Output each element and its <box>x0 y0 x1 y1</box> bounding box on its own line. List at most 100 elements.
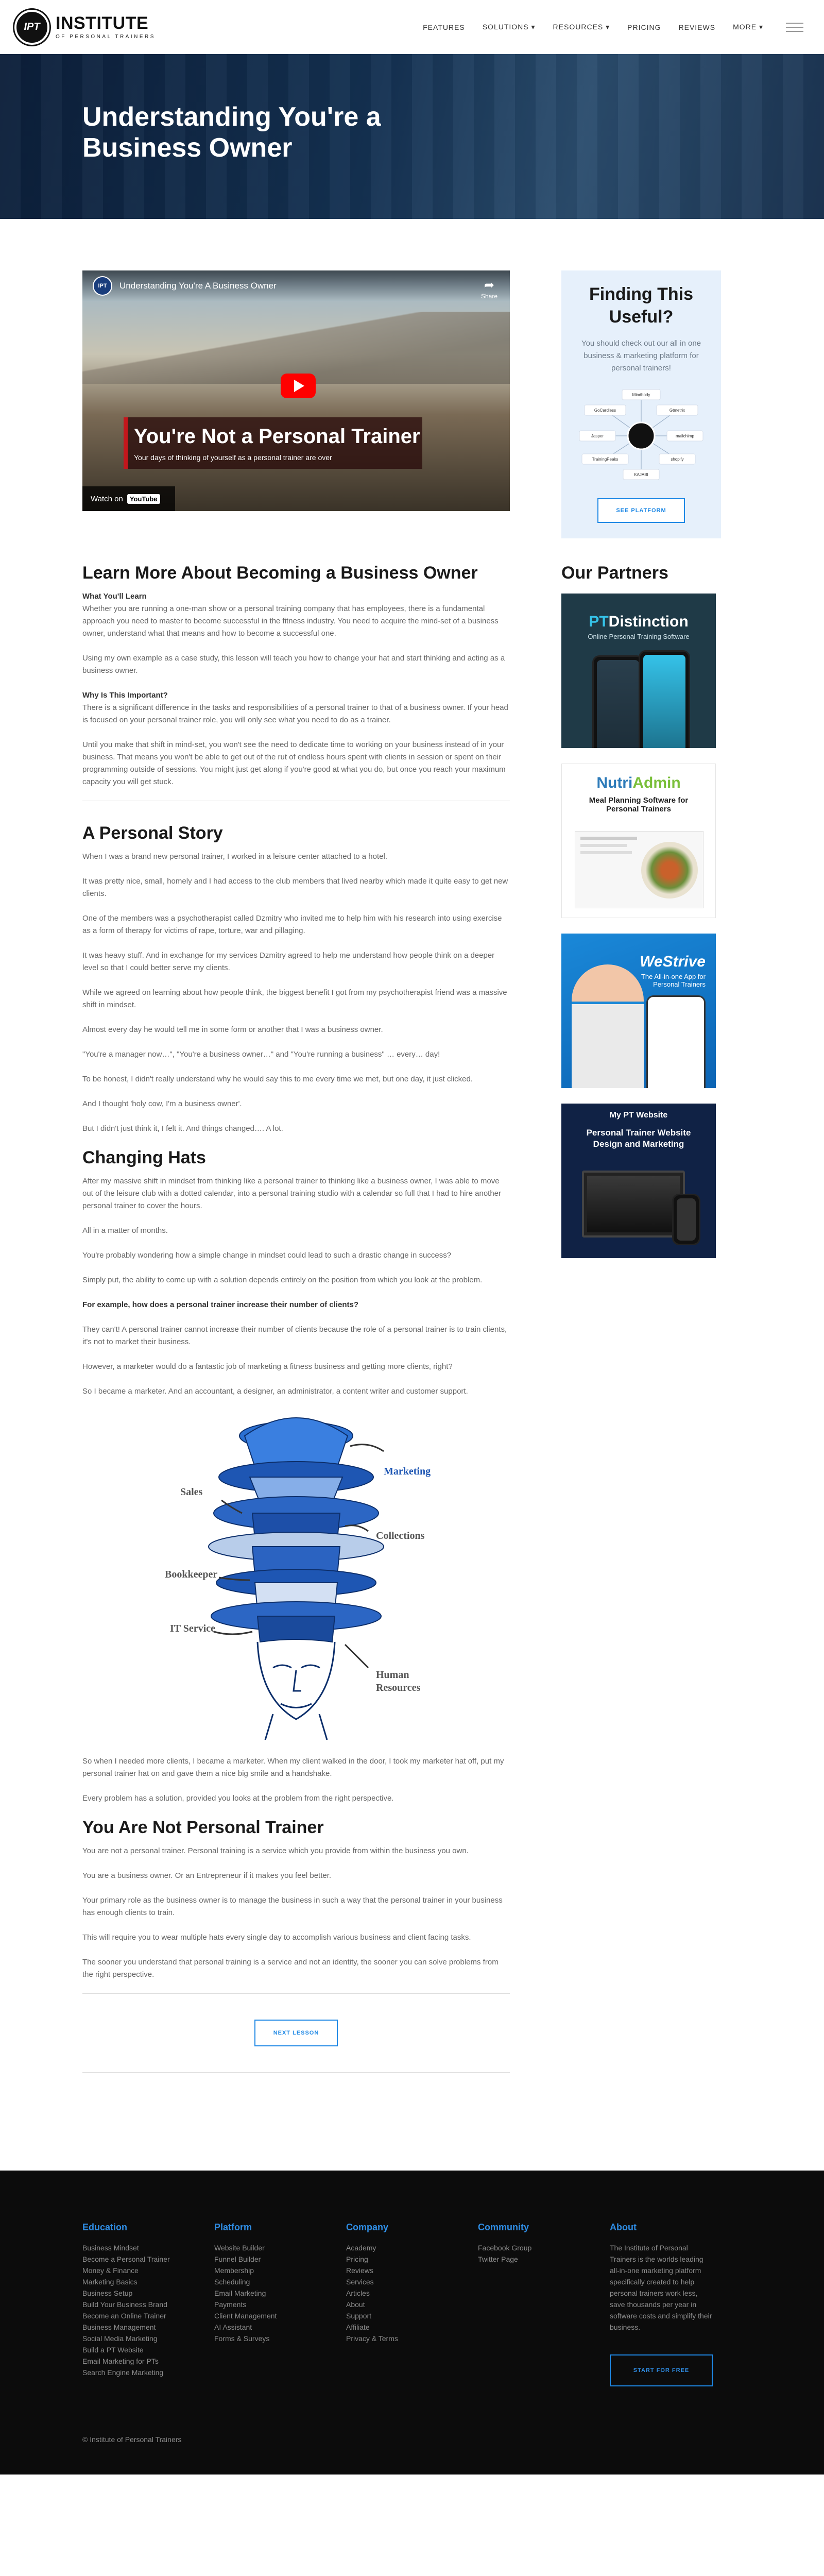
footer-link[interactable]: Pricing <box>346 2253 478 2265</box>
section-title-changing-hats: Changing Hats <box>82 1148 206 1167</box>
promo-title: Finding This Useful? <box>589 284 694 327</box>
footer-link[interactable]: Membership <box>214 2265 346 2276</box>
footer-link[interactable]: Build a PT Website <box>82 2344 214 2355</box>
paragraph: So I became a marketer. And an accountan… <box>82 1387 468 1396</box>
footer-link[interactable]: Search Engine Marketing <box>82 2367 214 2378</box>
footer-link[interactable]: Business Management <box>82 2321 214 2333</box>
logo-trainingpeaks: TrainingPeaks <box>592 457 619 462</box>
footer-link[interactable]: Scheduling <box>214 2276 346 2287</box>
paragraph: They can't! A personal trainer cannot in… <box>82 1325 507 1346</box>
paragraph: This will require you to wear multiple h… <box>82 1933 471 1942</box>
hat-label-hr-2: Resources <box>376 1682 420 1693</box>
site-header: IPT INSTITUTE OF PERSONAL TRAINERS FEATU… <box>0 0 824 54</box>
paragraph: All in a matter of months. <box>82 1226 168 1235</box>
phone-mockup <box>592 655 644 748</box>
share-button[interactable]: ➦ Share <box>481 278 497 300</box>
logo-jasper: Jasper <box>591 434 604 438</box>
paragraph: Every problem has a solution, provided y… <box>82 1794 394 1803</box>
partner-westrive[interactable]: WeStrive The All-in-one App for Personal… <box>561 934 716 1088</box>
footer-link[interactable]: Email Marketing for PTs <box>82 2355 214 2367</box>
footer-link[interactable]: Social Media Marketing <box>82 2333 214 2344</box>
logo-gtmetrix: Gtmetrix <box>670 408 685 413</box>
play-button-icon[interactable] <box>281 374 316 398</box>
footer-link[interactable]: Become a Personal Trainer <box>82 2253 214 2265</box>
footer-link[interactable]: About <box>346 2299 478 2310</box>
partner-my-pt-website[interactable]: My PT Website Personal Trainer Website D… <box>561 1104 716 1258</box>
footer-link[interactable]: Client Management <box>214 2310 346 2321</box>
see-platform-button[interactable]: SEE PLATFORM <box>597 498 685 523</box>
video-player[interactable]: IPT Understanding You're A Business Owne… <box>82 270 510 511</box>
footer-link[interactable]: AI Assistant <box>214 2321 346 2333</box>
footer-link[interactable]: Marketing Basics <box>82 2276 214 2287</box>
paragraph: The sooner you understand that personal … <box>82 1958 499 1979</box>
nav-resources[interactable]: RESOURCES ▾ <box>553 23 610 31</box>
paragraph: After my massive shift in mindset from t… <box>82 1177 502 1210</box>
logo-mailchimp: mailchimp <box>676 434 695 438</box>
footer-link[interactable]: Forms & Surveys <box>214 2333 346 2344</box>
footer-link[interactable]: Payments <box>214 2299 346 2310</box>
paragraph: Almost every day he would tell me in som… <box>82 1025 383 1034</box>
section-title-not-personal-trainer: You Are Not Personal Trainer <box>82 1818 324 1837</box>
next-lesson-button[interactable]: NEXT LESSON <box>254 2020 338 2046</box>
youtube-logo-icon: YouTube <box>127 494 160 504</box>
video-caption-subtitle: Your days of thinking of yourself as a p… <box>134 453 332 462</box>
article: Learn More About Becoming a Business Own… <box>82 563 510 2073</box>
hamburger-menu-icon[interactable] <box>786 22 803 32</box>
paragraph: You are a business owner. Or an Entrepre… <box>82 1871 332 1880</box>
learn-heading: What You'll Learn <box>82 592 147 601</box>
footer-link[interactable]: Privacy & Terms <box>346 2333 478 2344</box>
paragraph: One of the members was a psychotherapist… <box>82 914 502 935</box>
footer-platform: Platform Website Builder Funnel Builder … <box>214 2222 346 2386</box>
channel-avatar[interactable]: IPT <box>93 276 112 296</box>
paragraph: You are not a personal trainer. Personal… <box>82 1846 469 1855</box>
paragraph: When I was a brand new personal trainer,… <box>82 852 388 861</box>
footer-link[interactable]: Become an Online Trainer <box>82 2310 214 2321</box>
paragraph: While we agreed on learning about how pe… <box>82 988 507 1009</box>
footer-link[interactable]: Build Your Business Brand <box>82 2299 214 2310</box>
footer-link[interactable]: Money & Finance <box>82 2265 214 2276</box>
meal-plan-preview <box>575 831 703 908</box>
video-caption-title: You're Not a Personal Trainer <box>134 425 420 448</box>
logo-title: INSTITUTE <box>56 13 149 33</box>
footer-link[interactable]: Reviews <box>346 2265 478 2276</box>
footer-link[interactable]: Affiliate <box>346 2321 478 2333</box>
paragraph: It was pretty nice, small, homely and I … <box>82 877 508 898</box>
paragraph: Using my own example as a case study, th… <box>82 654 505 675</box>
logo-mindbody: Mindbody <box>632 393 650 397</box>
start-for-free-button[interactable]: START FOR FREE <box>610 2354 713 2386</box>
footer-link[interactable]: Academy <box>346 2242 478 2253</box>
question-paragraph: For example, how does a personal trainer… <box>82 1300 358 1309</box>
divider <box>82 2072 510 2073</box>
footer-link[interactable]: Website Builder <box>214 2242 346 2253</box>
logo-subtitle: OF PERSONAL TRAINERS <box>56 34 156 40</box>
nav-more[interactable]: MORE ▾ <box>733 23 763 31</box>
partner-nutriadmin[interactable]: NutriAdmin Meal Planning Software for Pe… <box>561 764 716 918</box>
logo-badge: IPT <box>14 9 49 45</box>
nav-features[interactable]: FEATURES <box>423 23 465 31</box>
footer-link[interactable]: Facebook Group <box>478 2242 610 2253</box>
footer-link[interactable]: Articles <box>346 2287 478 2299</box>
video-title[interactable]: Understanding You're A Business Owner <box>119 281 277 291</box>
footer-link[interactable]: Services <box>346 2276 478 2287</box>
footer-link[interactable]: Twitter Page <box>478 2253 610 2265</box>
footer-education: Education Business Mindset Become a Pers… <box>82 2222 214 2386</box>
logo-shopify: shopify <box>671 457 683 462</box>
partner-pt-distinction[interactable]: PTDistinction Online Personal Training S… <box>561 594 716 748</box>
hero-banner: Understanding You're a Business Owner <box>0 54 824 219</box>
nav-reviews[interactable]: REVIEWS <box>679 23 716 31</box>
paragraph: "You're a manager now…", "You're a busin… <box>82 1050 440 1059</box>
hat-label-bookkeeper: Bookkeeper <box>165 1569 217 1580</box>
footer-link[interactable]: Business Setup <box>82 2287 214 2299</box>
footer-link[interactable]: Business Mindset <box>82 2242 214 2253</box>
footer-link[interactable]: Support <box>346 2310 478 2321</box>
nav-pricing[interactable]: PRICING <box>627 23 661 31</box>
watch-on-youtube-link[interactable]: Watch on YouTube <box>82 486 175 511</box>
site-logo[interactable]: IPT INSTITUTE OF PERSONAL TRAINERS <box>14 9 156 45</box>
footer-link[interactable]: Email Marketing <box>214 2287 346 2299</box>
laptop-mockup <box>582 1171 685 1238</box>
hat-label-collections: Collections <box>376 1530 425 1541</box>
footer-company: Company Academy Pricing Reviews Services… <box>346 2222 478 2386</box>
hat-label-hr-1: Human <box>376 1669 409 1681</box>
nav-solutions[interactable]: SOLUTIONS ▾ <box>483 23 536 31</box>
footer-link[interactable]: Funnel Builder <box>214 2253 346 2265</box>
